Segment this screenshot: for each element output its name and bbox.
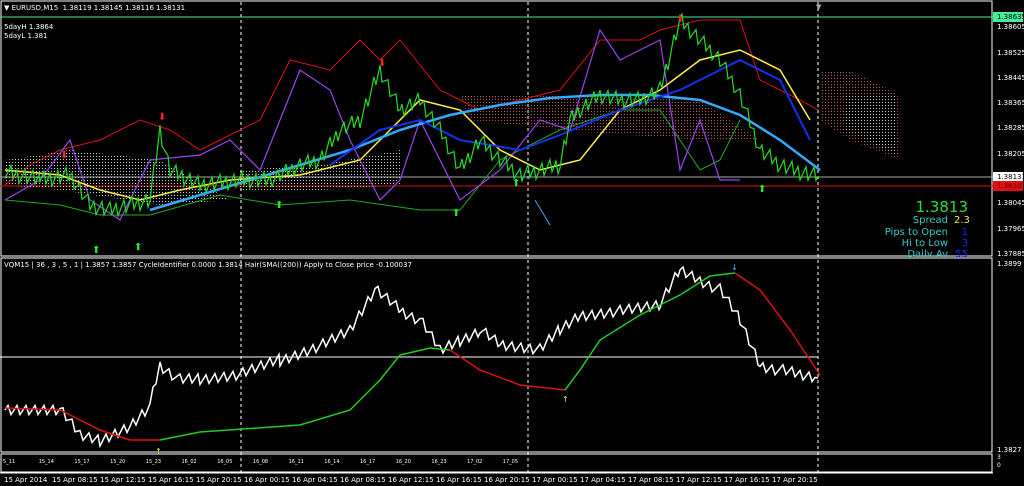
price-tick: 1.37885 (997, 250, 1024, 258)
price-tick: 1.37965 (997, 225, 1024, 233)
indicator-frame (0, 257, 993, 453)
time-tick: 15 Apr 2014 (4, 476, 48, 484)
five-day-low-label: 5dayL 1.381 (4, 32, 48, 40)
spread-label: Spread (912, 215, 948, 226)
indicator-header: VQM15 | 36 , 3 , 5 , 1 | 1.3857 1.3857 C… (4, 261, 412, 269)
strip-label: 17_02 (467, 459, 483, 465)
time-tick: 17 Apr 00:15 (532, 476, 578, 484)
strip-axis-top: 3 (997, 454, 1001, 461)
bid-value: 1.38131 (997, 173, 1024, 181)
current-price: 1.3813 (915, 198, 969, 216)
strip-label: 16_14 (324, 459, 340, 465)
signal-arrows: ⬇ ⬇ ⬇ ⬇ ⬆ ⬆ ⬆ ⬆ ⬆ ⬆ ↑ ↑ ↓ ▼ (60, 3, 822, 456)
sell-arrow-icon: ⬇ (60, 150, 68, 161)
cycle-red-line (734, 272, 821, 376)
time-tick: 16 Apr 16:15 (436, 476, 482, 484)
buy-arrow-icon: ⬆ (512, 178, 520, 189)
time-tick: 17 Apr 08:15 (628, 476, 674, 484)
sell-arrow-icon: ⬇ (158, 112, 166, 123)
strip-label: 16_11 (288, 459, 304, 465)
day-separators (240, 2, 819, 472)
cycle-red-line (449, 349, 566, 391)
strip-label: 16_23 (431, 459, 447, 465)
strip-label: 16_02 (181, 459, 197, 465)
time-tick: 16 Apr 00:15 (244, 476, 290, 484)
buy-arrow-icon: ⬆ (92, 245, 100, 256)
cycle-green-line (564, 272, 736, 391)
buy-arrow-icon: ⬆ (452, 208, 460, 219)
price-tick: 1.38205 (997, 150, 1024, 158)
strip-label: 15_17 (74, 459, 90, 465)
buy-arrow-icon: ⬆ (758, 184, 766, 195)
hi-to-low-value: 3 (961, 238, 968, 249)
sell-arrow-icon: ⬇ (676, 14, 684, 25)
indicator-axis-top: 1.3899 (997, 260, 1022, 268)
cycle-green-line (159, 347, 451, 441)
strip-label: 17_05 (502, 459, 519, 465)
strip-label: 16_05 (217, 459, 233, 465)
strip-label: 16_17 (360, 459, 376, 465)
time-tick: 17 Apr 20:15 (772, 476, 818, 484)
indicator-axis-bottom: 1.3827 (997, 446, 1022, 454)
top-line-value: 1.38635 (997, 13, 1024, 21)
time-tick: 16 Apr 08:15 (340, 476, 386, 484)
chart-canvas[interactable]: ⬇ ⬇ ⬇ ⬇ ⬆ ⬆ ⬆ ⬆ ⬆ ⬆ ↑ ↑ ↓ ▼ (0, 0, 1024, 486)
chart-header: ▼ EURUSD,M15 1.38119 1.38145 1.38116 1.3… (4, 4, 185, 12)
price-tick: 1.38045 (997, 199, 1024, 207)
sell-arrow-icon: ⬇ (378, 58, 386, 69)
pips-to-open-label: Pips to Open (884, 227, 948, 238)
time-tick: 16 Apr 20:15 (484, 476, 530, 484)
strip-label: 15_14 (38, 459, 54, 465)
strip-label: 15_20 (110, 459, 126, 465)
hi-to-low-label: Hi to Low (901, 238, 948, 249)
price-tick: 1.38365 (997, 99, 1024, 107)
time-tick: 16 Apr 04:15 (292, 476, 338, 484)
cycle-up-arrow-icon: ↑ (562, 395, 569, 404)
daily-average-label: Daily Av (907, 249, 948, 257)
strip-label: 16_20 (395, 459, 411, 465)
collapse-icon[interactable]: ▼ (4, 4, 12, 12)
strip-axis-bottom: 0 (997, 462, 1001, 469)
shift-marker-icon: ▼ (816, 3, 822, 11)
time-tick: 15 Apr 16:15 (148, 476, 194, 484)
time-tick: 17 Apr 16:15 (724, 476, 770, 484)
strip-label: 5_11 (3, 459, 16, 465)
strip-label: 16_08 (252, 459, 269, 465)
price-tick: 1.38605 (997, 23, 1024, 31)
buy-arrow-icon: ⬆ (275, 200, 283, 211)
time-tick: 15 Apr 12:15 (100, 476, 146, 484)
time-tick: 16 Apr 12:15 (388, 476, 434, 484)
time-tick: 15 Apr 08:15 (52, 476, 98, 484)
strip-label: 15_23 (145, 459, 162, 465)
spread-value: 2.3 (954, 215, 970, 226)
trend-line (534, 199, 551, 226)
time-tick: 17 Apr 12:15 (676, 476, 722, 484)
buy-arrow-icon: ⬆ (134, 242, 142, 253)
cycle-down-arrow-icon: ↓ (731, 263, 738, 272)
time-tick: 15 Apr 20:15 (196, 476, 242, 484)
cycle-up-arrow-icon: ↑ (155, 447, 162, 456)
price-tick: 1.38445 (997, 74, 1024, 82)
daily-average-value: 55 (955, 249, 968, 257)
price-tick: 1.38285 (997, 124, 1024, 132)
ohlc-values: 1.38119 1.38145 1.38116 1.38131 (62, 4, 186, 12)
pips-to-open-value: 1 (961, 227, 968, 238)
red-line-value: 1.38102 (997, 182, 1024, 190)
price-tick: 1.38525 (997, 49, 1024, 57)
five-day-high-label: 5dayH 1.3864 (4, 23, 54, 31)
time-tick: 17 Apr 04:15 (580, 476, 626, 484)
symbol-label: EURUSD,M15 (11, 4, 59, 12)
